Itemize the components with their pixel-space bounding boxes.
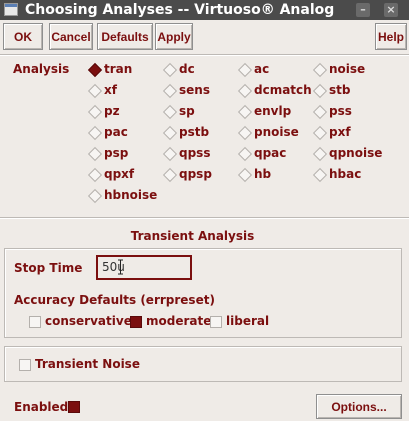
conservative-label: conservative — [45, 314, 132, 328]
transient-noise-label: Transient Noise — [35, 357, 140, 371]
conservative-checkbox[interactable] — [29, 316, 41, 328]
cancel-button[interactable]: Cancel — [49, 23, 93, 50]
transient-noise-checkbox[interactable] — [19, 359, 31, 371]
analysis-separator — [0, 217, 409, 219]
accuracy-label: Accuracy Defaults (errpreset) — [14, 293, 215, 307]
liberal-label: liberal — [226, 314, 270, 328]
analysis-label: Analysis — [13, 62, 70, 76]
window-menu-icon[interactable] — [4, 3, 18, 16]
help-button[interactable]: Help — [375, 23, 407, 50]
toolbar-separator — [0, 54, 409, 56]
title-bar[interactable]: Choosing Analyses -- Virtuoso® Analog De… — [0, 0, 409, 20]
options-button[interactable]: Options... — [316, 394, 402, 419]
stop-time-label: Stop Time — [14, 261, 83, 275]
liberal-checkbox[interactable] — [210, 316, 222, 328]
moderate-checkbox[interactable] — [130, 316, 142, 328]
stop-time-input[interactable]: 50u — [96, 255, 192, 280]
ok-button[interactable]: OK — [3, 23, 43, 50]
close-icon[interactable]: × — [384, 3, 398, 17]
text-cursor-icon — [118, 259, 123, 275]
minimize-icon[interactable]: – — [356, 3, 370, 17]
enabled-label: Enabled — [14, 400, 69, 414]
moderate-label: moderate — [146, 314, 212, 328]
apply-button[interactable]: Apply — [155, 23, 193, 50]
section-title: Transient Analysis — [130, 229, 255, 243]
window-title: Choosing Analyses -- Virtuoso® Analog De — [25, 2, 337, 18]
choosing-analyses-window: Choosing Analyses -- Virtuoso® Analog De… — [0, 0, 409, 421]
enabled-checkbox[interactable] — [68, 401, 80, 413]
defaults-button[interactable]: Defaults — [97, 23, 153, 50]
